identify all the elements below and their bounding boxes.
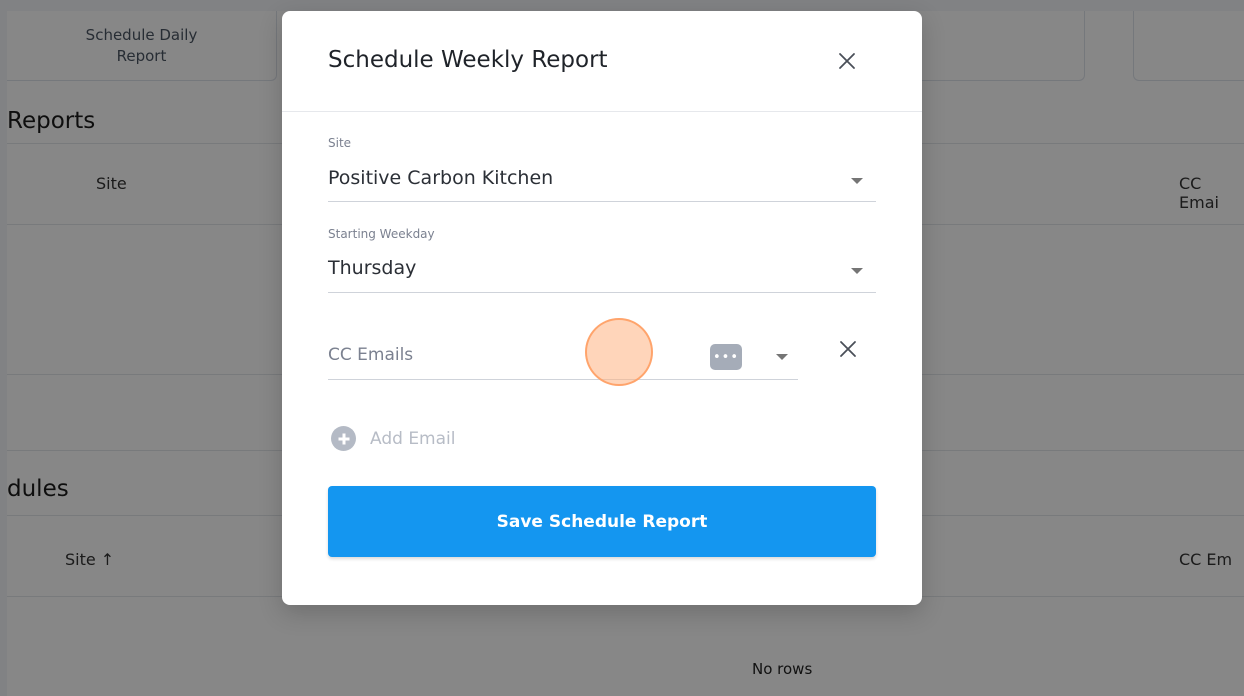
close-icon[interactable] bbox=[835, 49, 859, 73]
ellipsis-icon[interactable]: ••• bbox=[710, 344, 742, 370]
save-schedule-report-button[interactable]: Save Schedule Report bbox=[328, 486, 876, 557]
chevron-down-icon[interactable] bbox=[851, 178, 863, 184]
add-email-label: Add Email bbox=[370, 428, 456, 449]
dialog-header: Schedule Weekly Report bbox=[282, 11, 922, 112]
plus-circle-icon bbox=[331, 426, 356, 451]
click-indicator bbox=[585, 318, 653, 386]
dialog-title: Schedule Weekly Report bbox=[328, 47, 608, 73]
chevron-down-icon[interactable] bbox=[776, 354, 788, 360]
starting-weekday-label: Starting Weekday bbox=[328, 227, 435, 241]
chevron-down-icon[interactable] bbox=[851, 268, 863, 274]
cc-emails-input[interactable]: CC Emails bbox=[328, 345, 413, 365]
starting-weekday-underline bbox=[328, 292, 876, 293]
schedule-weekly-report-dialog: Schedule Weekly Report Site Positive Car… bbox=[282, 11, 922, 605]
starting-weekday-select[interactable]: Thursday bbox=[328, 257, 416, 279]
site-select[interactable]: Positive Carbon Kitchen bbox=[328, 167, 553, 189]
add-email-button[interactable]: Add Email bbox=[331, 426, 455, 451]
cc-emails-underline bbox=[328, 379, 798, 380]
remove-cc-email-icon[interactable] bbox=[837, 338, 859, 360]
site-field-underline bbox=[328, 201, 876, 202]
site-field-label: Site bbox=[328, 136, 352, 150]
